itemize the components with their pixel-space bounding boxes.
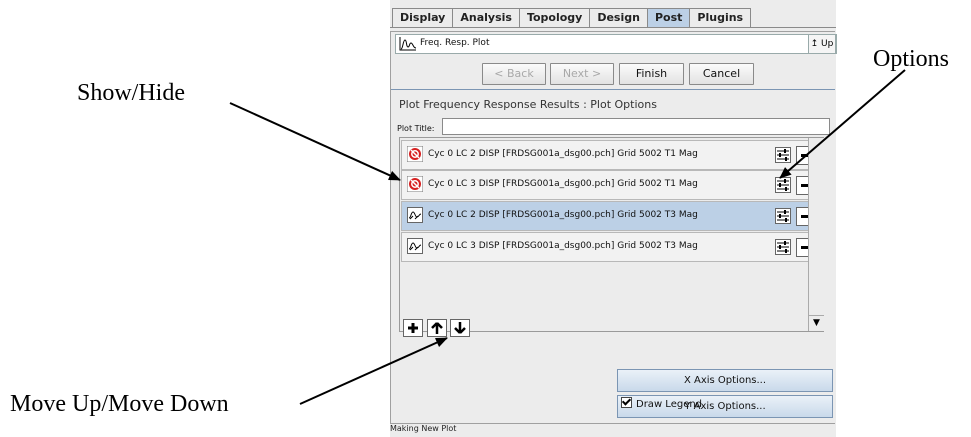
cancel-button[interactable]: Cancel: [689, 63, 754, 85]
arrow-down-icon: [454, 322, 466, 334]
next-button[interactable]: Next >: [550, 63, 614, 85]
tab-bar: Display Analysis Topology Design Post Plugins: [392, 8, 752, 28]
up-arrow-icon: ↥: [810, 39, 819, 49]
wizard-nav: < Back Next > Finish Cancel: [391, 63, 835, 85]
curve-label: Cyc 0 LC 3 DISP [FRDSG001a_dsg00.pch] Gr…: [428, 241, 698, 251]
tab-plugins[interactable]: Plugins: [689, 8, 752, 27]
curve-label: Cyc 0 LC 2 DISP [FRDSG001a_dsg00.pch] Gr…: [428, 149, 698, 159]
tab-underline: [390, 27, 836, 28]
status-bar: Making New Plot: [390, 424, 457, 433]
separator: [391, 89, 835, 90]
curve-row[interactable]: Cyc 0 LC 3 DISP [FRDSG001a_dsg00.pch] Gr…: [401, 170, 816, 200]
show-hide-arrow: [229, 102, 401, 181]
checkbox-checked-icon[interactable]: [621, 397, 632, 408]
section-title: Plot Frequency Response Results : Plot O…: [399, 98, 657, 111]
list-scrollbar[interactable]: ▼: [808, 138, 824, 331]
plot-header-title: Freq. Resp. Plot: [420, 38, 490, 48]
arrow-up-icon: [431, 322, 443, 334]
visible-curve-icon[interactable]: [407, 238, 423, 254]
plus-icon: [408, 323, 418, 333]
draw-legend-label: Draw Legend: [636, 399, 703, 410]
up-button[interactable]: ↥ Up: [808, 34, 836, 54]
curve-options-icon[interactable]: [775, 208, 791, 224]
curve-list: Cyc 0 LC 2 DISP [FRDSG001a_dsg00.pch] Gr…: [399, 137, 824, 332]
curve-row[interactable]: Cyc 0 LC 2 DISP [FRDSG001a_dsg00.pch] Gr…: [401, 201, 816, 231]
curve-label: Cyc 0 LC 2 DISP [FRDSG001a_dsg00.pch] Gr…: [428, 210, 698, 220]
draw-legend-checkbox[interactable]: Draw Legend: [621, 397, 702, 410]
plot-header: Freq. Resp. Plot ↥ Up: [395, 34, 837, 54]
curve-row[interactable]: Cyc 0 LC 3 DISP [FRDSG001a_dsg00.pch] Gr…: [401, 232, 816, 262]
back-button[interactable]: < Back: [482, 63, 546, 85]
callout-move: Move Up/Move Down: [10, 391, 229, 417]
curve-options-icon[interactable]: [775, 239, 791, 255]
move-down-button[interactable]: [450, 319, 470, 337]
hidden-icon[interactable]: [406, 145, 424, 163]
post-panel: Freq. Resp. Plot ↥ Up < Back Next > Fini…: [390, 31, 837, 424]
plot-wizard-window: Display Analysis Topology Design Post Plugins…: [390, 0, 837, 437]
curve-options-icon[interactable]: [775, 147, 791, 163]
tab-display[interactable]: Display: [392, 8, 454, 27]
tab-topology[interactable]: Topology: [518, 8, 591, 27]
curve-label: Cyc 0 LC 3 DISP [FRDSG001a_dsg00.pch] Gr…: [428, 179, 698, 189]
tab-post[interactable]: Post: [646, 8, 691, 27]
hidden-icon[interactable]: [406, 175, 424, 193]
move-up-button[interactable]: [427, 319, 447, 337]
frequency-response-icon: [399, 37, 417, 51]
tab-analysis[interactable]: Analysis: [452, 8, 520, 27]
x-axis-options-button[interactable]: X Axis Options...: [617, 369, 833, 392]
finish-button[interactable]: Finish: [619, 63, 684, 85]
callout-options: Options: [873, 46, 950, 72]
add-curve-button[interactable]: [403, 319, 423, 337]
callout-show-hide: Show/Hide: [77, 80, 185, 106]
plot-title-label: Plot Title:: [397, 124, 435, 133]
curve-row[interactable]: Cyc 0 LC 2 DISP [FRDSG001a_dsg00.pch] Gr…: [401, 140, 816, 170]
tab-design[interactable]: Design: [589, 8, 648, 27]
scroll-down-icon[interactable]: ▼: [809, 315, 824, 331]
plot-title-input[interactable]: [442, 118, 830, 135]
curve-options-icon[interactable]: [775, 177, 791, 193]
visible-curve-icon[interactable]: [407, 207, 423, 223]
up-label: Up: [821, 39, 834, 49]
